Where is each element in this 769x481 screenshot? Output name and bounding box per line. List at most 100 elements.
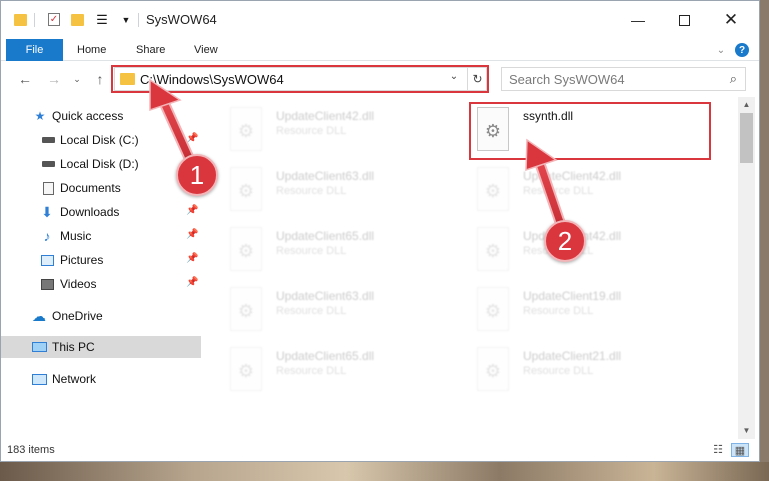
ribbon-tabs: File Home Share View ⌄ ? <box>1 39 759 61</box>
sidebar-item-documents[interactable]: Documents <box>1 177 201 199</box>
navigation-pane: ★ Quick access Local Disk (C:) 📌 Local D… <box>1 97 201 439</box>
scroll-up-icon[interactable]: ▲ <box>738 97 755 113</box>
step-badge-1: 1 <box>176 154 218 196</box>
sidebar-item-label: Network <box>52 372 97 386</box>
up-button[interactable]: ↑ <box>90 69 110 89</box>
sidebar-item-onedrive[interactable]: ☁ OneDrive <box>1 305 201 327</box>
file-name: UpdateClient42.dll <box>276 109 375 123</box>
file-item[interactable]: ⚙ UpdateClient63.dll Resource DLL <box>228 285 468 335</box>
properties-check-icon[interactable]: ✓ <box>47 12 61 27</box>
tab-file[interactable]: File <box>6 39 63 61</box>
details-view-icon[interactable]: ☷ <box>709 443 727 457</box>
step-badge-2: 2 <box>544 220 586 262</box>
pin-icon[interactable]: 📌 <box>186 277 198 288</box>
file-item[interactable]: ⚙ UpdateClient42.dll Resource DLL <box>475 165 715 215</box>
file-name: UpdateClient65.dll <box>276 229 375 243</box>
tab-home[interactable]: Home <box>77 39 106 61</box>
file-name: UpdateClient21.dll <box>523 349 622 363</box>
file-item[interactable]: ⚙ UpdateClient63.dll Resource DLL <box>228 165 468 215</box>
star-icon: ★ <box>34 109 46 123</box>
sidebar-item-this-pc[interactable]: This PC <box>1 336 201 358</box>
pin-icon[interactable]: 📌 <box>186 205 198 216</box>
forward-button[interactable]: → <box>44 69 64 89</box>
download-icon: ⬇ <box>41 203 53 220</box>
maximize-button[interactable] <box>661 1 707 39</box>
dll-file-icon: ⚙ <box>475 227 511 271</box>
music-icon: ♪ <box>43 228 51 244</box>
pin-icon[interactable]: 📌 <box>186 133 198 144</box>
title-bar: ✓ ☰ ▼ SysWOW64 — ✕ <box>1 1 759 39</box>
file-item[interactable]: ⚙ UpdateClient21.dll Resource DLL <box>475 345 715 395</box>
status-bar: 183 items ☷ ▦ <box>1 439 759 461</box>
new-folder-icon[interactable] <box>70 12 84 27</box>
file-item[interactable]: ⚙ UpdateClient19.dll Resource DLL <box>475 285 715 335</box>
search-placeholder: Search SysWOW64 <box>509 72 625 87</box>
file-type: Resource DLL <box>523 185 594 197</box>
sidebar-item-label: Local Disk (C:) <box>60 133 139 147</box>
dll-file-icon: ⚙ <box>475 347 511 391</box>
network-icon <box>31 371 47 387</box>
file-item[interactable]: ⚙ UpdateClient42.dll Resource DLL <box>228 105 468 155</box>
file-type: Resource DLL <box>523 305 594 317</box>
tab-view[interactable]: View <box>194 39 218 61</box>
file-type: Resource DLL <box>276 125 347 137</box>
close-button[interactable]: ✕ <box>708 1 754 39</box>
minimize-button[interactable]: — <box>615 1 661 39</box>
dll-file-icon: ⚙ <box>475 167 511 211</box>
tiles-view-icon[interactable]: ▦ <box>731 443 749 457</box>
item-count: 183 items <box>7 444 55 456</box>
file-item[interactable]: ⚙ UpdateClient65.dll Resource DLL <box>228 225 468 275</box>
cloud-icon: ☁ <box>32 307 46 324</box>
dll-file-icon: ⚙ <box>228 227 264 271</box>
sidebar-item-label: Quick access <box>52 109 124 123</box>
dll-file-icon: ⚙ <box>475 287 511 331</box>
file-explorer-window: ✓ ☰ ▼ SysWOW64 — ✕ File Home Share View … <box>0 0 760 462</box>
customize-toolbar-icon[interactable]: ☰ <box>92 12 112 27</box>
sidebar-item-label: This PC <box>52 340 95 354</box>
file-type: Resource DLL <box>523 365 594 377</box>
sidebar-item-label: Local Disk (D:) <box>60 157 139 171</box>
file-item[interactable]: ⚙ UpdateClient42.dll Resource DLL <box>475 225 715 275</box>
file-type: Resource DLL <box>276 305 347 317</box>
chevron-down-icon[interactable]: ▼ <box>119 12 133 27</box>
drive-icon <box>40 132 56 148</box>
title-separator <box>34 13 35 27</box>
sidebar-item-music[interactable]: ♪ Music 📌 <box>1 225 201 247</box>
search-icon[interactable]: ⌕ <box>730 71 737 87</box>
help-button[interactable]: ? <box>735 43 749 57</box>
file-type: Resource DLL <box>276 365 347 377</box>
sidebar-item-local-disk-d[interactable]: Local Disk (D:) <box>1 153 201 175</box>
drive-icon <box>40 156 56 172</box>
sidebar-item-quick-access[interactable]: ★ Quick access <box>1 105 201 127</box>
dll-file-icon: ⚙ <box>228 347 264 391</box>
folder-icon <box>13 12 27 27</box>
file-name: UpdateClient19.dll <box>523 289 622 303</box>
sidebar-item-videos[interactable]: Videos 📌 <box>1 273 201 295</box>
pin-icon[interactable]: 📌 <box>186 253 198 264</box>
file-item[interactable]: ⚙ UpdateClient65.dll Resource DLL <box>228 345 468 395</box>
sidebar-item-label: OneDrive <box>52 309 103 323</box>
videos-icon <box>39 276 55 292</box>
pictures-icon <box>39 252 55 268</box>
scrollbar-thumb[interactable] <box>740 113 753 163</box>
expand-ribbon-icon[interactable]: ⌄ <box>713 42 729 58</box>
file-type: Resource DLL <box>276 245 347 257</box>
sidebar-item-network[interactable]: Network <box>1 368 201 390</box>
dll-file-icon: ⚙ <box>228 167 264 211</box>
vertical-scrollbar[interactable]: ▲ ▼ <box>738 97 755 439</box>
back-button[interactable]: ← <box>15 69 35 89</box>
search-box[interactable]: Search SysWOW64 ⌕ <box>501 67 746 91</box>
recent-locations-button[interactable]: ⌄ <box>67 69 87 89</box>
sidebar-item-local-disk-c[interactable]: Local Disk (C:) 📌 <box>1 129 201 151</box>
sidebar-item-label: Downloads <box>60 205 120 219</box>
scroll-down-icon[interactable]: ▼ <box>738 423 755 439</box>
sidebar-item-label: Music <box>60 229 92 243</box>
file-name: UpdateClient63.dll <box>276 289 375 303</box>
sidebar-item-downloads[interactable]: ⬇ Downloads 📌 <box>1 201 201 223</box>
tab-share[interactable]: Share <box>136 39 165 61</box>
file-name: UpdateClient65.dll <box>276 349 375 363</box>
sidebar-item-pictures[interactable]: Pictures 📌 <box>1 249 201 271</box>
pin-icon[interactable]: 📌 <box>186 229 198 240</box>
file-highlight-box <box>469 102 711 160</box>
file-name: UpdateClient63.dll <box>276 169 375 183</box>
